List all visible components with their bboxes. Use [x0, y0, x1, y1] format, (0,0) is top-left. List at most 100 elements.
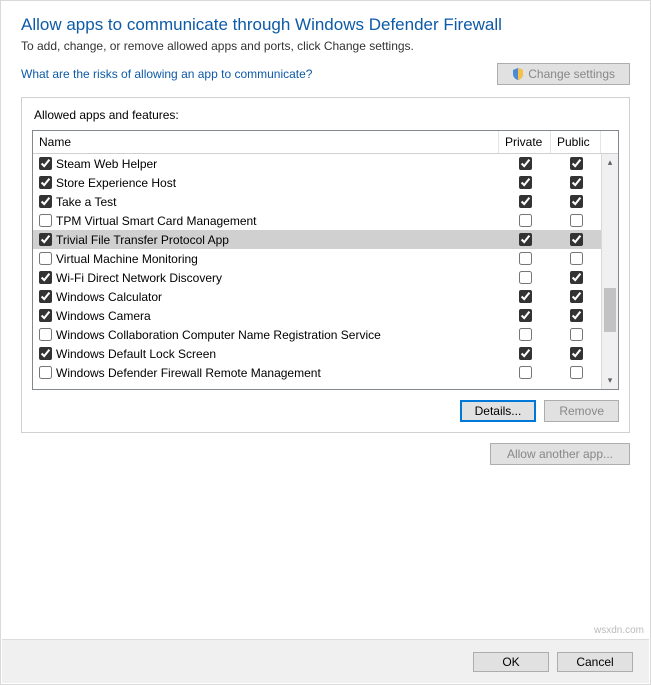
private-checkbox[interactable]: [519, 366, 532, 379]
risks-link[interactable]: What are the risks of allowing an app to…: [21, 67, 312, 81]
app-name-label: Steam Web Helper: [56, 157, 157, 171]
private-checkbox[interactable]: [519, 176, 532, 189]
app-enabled-checkbox[interactable]: [39, 233, 52, 246]
public-checkbox[interactable]: [570, 195, 583, 208]
another-app-row: Allow another app...: [21, 443, 630, 465]
vertical-scrollbar[interactable]: ▴ ▾: [601, 154, 618, 389]
table-row[interactable]: Windows Defender Firewall Remote Managem…: [33, 363, 601, 382]
private-checkbox[interactable]: [519, 309, 532, 322]
cell-private: [499, 271, 551, 284]
column-public[interactable]: Public: [551, 131, 601, 153]
table-row[interactable]: Windows Camera: [33, 306, 601, 325]
table-row[interactable]: Windows Calculator: [33, 287, 601, 306]
cell-name: Windows Collaboration Computer Name Regi…: [33, 328, 499, 342]
table-row[interactable]: Wi-Fi Direct Network Discovery: [33, 268, 601, 287]
cancel-button[interactable]: Cancel: [557, 652, 633, 672]
app-name-label: TPM Virtual Smart Card Management: [56, 214, 257, 228]
table-row[interactable]: Virtual Machine Monitoring: [33, 249, 601, 268]
app-enabled-checkbox[interactable]: [39, 252, 52, 265]
cell-private: [499, 157, 551, 170]
table-buttons: Details... Remove: [32, 400, 619, 422]
cell-name: Windows Default Lock Screen: [33, 347, 499, 361]
cell-name: Wi-Fi Direct Network Discovery: [33, 271, 499, 285]
cell-private: [499, 366, 551, 379]
public-checkbox[interactable]: [570, 157, 583, 170]
cell-name: Windows Calculator: [33, 290, 499, 304]
ok-button[interactable]: OK: [473, 652, 549, 672]
private-checkbox[interactable]: [519, 252, 532, 265]
apps-table: Name Private Public Steam Web Helper Stor…: [32, 130, 619, 390]
scroll-down-button[interactable]: ▾: [602, 372, 618, 389]
app-name-label: Windows Camera: [56, 309, 151, 323]
private-checkbox[interactable]: [519, 290, 532, 303]
cell-private: [499, 328, 551, 341]
public-checkbox[interactable]: [570, 309, 583, 322]
column-name[interactable]: Name: [33, 131, 499, 153]
cell-name: Windows Defender Firewall Remote Managem…: [33, 366, 499, 380]
app-enabled-checkbox[interactable]: [39, 328, 52, 341]
table-row[interactable]: Windows Collaboration Computer Name Regi…: [33, 325, 601, 344]
scroll-track[interactable]: [602, 171, 618, 372]
table-row[interactable]: Steam Web Helper: [33, 154, 601, 173]
private-checkbox[interactable]: [519, 328, 532, 341]
group-label: Allowed apps and features:: [34, 108, 619, 122]
app-enabled-checkbox[interactable]: [39, 290, 52, 303]
public-checkbox[interactable]: [570, 347, 583, 360]
cell-private: [499, 233, 551, 246]
app-enabled-checkbox[interactable]: [39, 271, 52, 284]
table-row[interactable]: TPM Virtual Smart Card Management: [33, 211, 601, 230]
cell-private: [499, 309, 551, 322]
remove-button[interactable]: Remove: [544, 400, 619, 422]
app-enabled-checkbox[interactable]: [39, 347, 52, 360]
dialog-footer: OK Cancel: [2, 639, 649, 683]
scroll-thumb[interactable]: [604, 288, 616, 332]
cell-public: [551, 328, 601, 341]
private-checkbox[interactable]: [519, 271, 532, 284]
app-enabled-checkbox[interactable]: [39, 157, 52, 170]
app-name-label: Virtual Machine Monitoring: [56, 252, 198, 266]
cell-name: Trivial File Transfer Protocol App: [33, 233, 499, 247]
cell-public: [551, 347, 601, 360]
public-checkbox[interactable]: [570, 214, 583, 227]
app-enabled-checkbox[interactable]: [39, 309, 52, 322]
page-title: Allow apps to communicate through Window…: [21, 15, 630, 35]
app-name-label: Windows Default Lock Screen: [56, 347, 216, 361]
scroll-up-button[interactable]: ▴: [602, 154, 618, 171]
public-checkbox[interactable]: [570, 366, 583, 379]
app-name-label: Trivial File Transfer Protocol App: [56, 233, 229, 247]
private-checkbox[interactable]: [519, 233, 532, 246]
private-checkbox[interactable]: [519, 214, 532, 227]
public-checkbox[interactable]: [570, 233, 583, 246]
public-checkbox[interactable]: [570, 252, 583, 265]
app-enabled-checkbox[interactable]: [39, 214, 52, 227]
table-header: Name Private Public: [33, 131, 618, 154]
private-checkbox[interactable]: [519, 195, 532, 208]
cell-public: [551, 271, 601, 284]
table-row[interactable]: Trivial File Transfer Protocol App: [33, 230, 601, 249]
cell-name: TPM Virtual Smart Card Management: [33, 214, 499, 228]
private-checkbox[interactable]: [519, 157, 532, 170]
link-row: What are the risks of allowing an app to…: [21, 63, 630, 85]
cell-name: Virtual Machine Monitoring: [33, 252, 499, 266]
column-private[interactable]: Private: [499, 131, 551, 153]
allow-another-app-button[interactable]: Allow another app...: [490, 443, 630, 465]
public-checkbox[interactable]: [570, 328, 583, 341]
private-checkbox[interactable]: [519, 347, 532, 360]
cell-public: [551, 195, 601, 208]
firewall-allowed-apps-window: Allow apps to communicate through Window…: [0, 0, 651, 685]
cell-private: [499, 214, 551, 227]
app-enabled-checkbox[interactable]: [39, 195, 52, 208]
table-row[interactable]: Store Experience Host: [33, 173, 601, 192]
app-enabled-checkbox[interactable]: [39, 176, 52, 189]
public-checkbox[interactable]: [570, 271, 583, 284]
change-settings-label: Change settings: [528, 67, 615, 81]
page-subtitle: To add, change, or remove allowed apps a…: [21, 39, 630, 53]
table-row[interactable]: Take a Test: [33, 192, 601, 211]
app-enabled-checkbox[interactable]: [39, 366, 52, 379]
details-button[interactable]: Details...: [460, 400, 537, 422]
public-checkbox[interactable]: [570, 290, 583, 303]
public-checkbox[interactable]: [570, 176, 583, 189]
change-settings-button[interactable]: Change settings: [497, 63, 630, 85]
watermark: wsxdn.com: [594, 625, 644, 636]
table-row[interactable]: Windows Default Lock Screen: [33, 344, 601, 363]
